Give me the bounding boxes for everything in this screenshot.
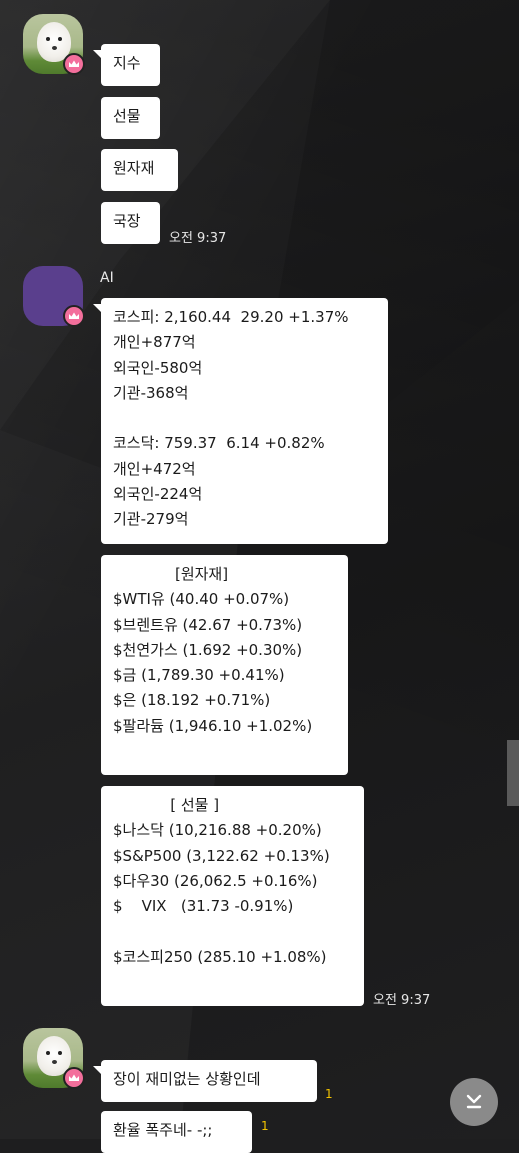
scrollbar-thumb[interactable]	[507, 740, 519, 806]
message-line	[113, 970, 352, 995]
message-line: $WTI유 (40.40 +0.07%)	[113, 590, 290, 609]
message-bubble[interactable]: 국장	[101, 202, 160, 244]
dog-avatar[interactable]	[23, 14, 85, 75]
unread-count: 1	[325, 1087, 333, 1101]
message-line: $천연가스 (1.692 +0.30%)	[113, 640, 303, 659]
message-line: 외국인-224억	[113, 485, 203, 504]
message-line: 코스피: 2,160.44 29.20 +1.37%	[113, 308, 349, 326]
message-line: $S&P500 (3,122.62 +0.13%)	[113, 846, 330, 865]
message-line: [ 선물 ]	[113, 796, 220, 814]
ai-avatar[interactable]	[23, 266, 85, 327]
message-text: 지수	[113, 54, 141, 72]
message-line: 기관-279억	[113, 510, 189, 529]
message-line: 기관-368억	[113, 383, 189, 402]
message-line	[113, 919, 352, 944]
message-line: $팔라듐 (1,946.10 +1.02%)	[113, 716, 313, 735]
message-line: 개인+472억	[113, 459, 196, 478]
message-text: 선물	[113, 107, 141, 125]
message-line: $은 (18.192 +0.71%)	[113, 691, 271, 710]
unread-count: 1	[261, 1119, 269, 1133]
message-line	[113, 406, 376, 431]
dog-avatar[interactable]	[23, 1028, 85, 1089]
message-timestamp: 오전 9:37	[373, 993, 431, 1008]
message-line: $코스피250 (285.10 +1.08%)	[113, 947, 327, 966]
crown-icon	[63, 53, 85, 75]
message-line: $금 (1,789.30 +0.41%)	[113, 666, 285, 685]
message-line	[113, 739, 336, 764]
message-bubble[interactable]: [원자재] $WTI유 (40.40 +0.07%) $브렌트유 (42.67 …	[101, 555, 348, 775]
message-line: $ VIX (31.73 -0.91%)	[113, 897, 294, 916]
message-bubble[interactable]: 코스피: 2,160.44 29.20 +1.37% 개인+877억 외국인-5…	[93, 298, 388, 544]
sender-name: AI	[100, 270, 114, 286]
message-bubble[interactable]: 장이 재미없는 상황인데	[93, 1060, 317, 1102]
message-bubble[interactable]: [ 선물 ] $나스닥 (10,216.88 +0.20%) $S&P500 (…	[101, 786, 364, 1006]
scroll-to-bottom-button[interactable]	[450, 1078, 498, 1126]
message-line: $브렌트유 (42.67 +0.73%)	[113, 615, 303, 634]
message-bubble[interactable]: 원자재	[101, 149, 178, 191]
message-line: $다우30 (26,062.5 +0.16%)	[113, 871, 318, 890]
message-bubble[interactable]: 지수	[93, 44, 160, 86]
message-line: 개인+877억	[113, 333, 196, 352]
message-line: 코스닥: 759.37 6.14 +0.82%	[113, 434, 325, 453]
message-text: 장이 재미없는 상황인데	[113, 1070, 261, 1088]
message-line: [원자재]	[113, 565, 229, 583]
message-text: 환율 폭주네- -;;	[113, 1121, 213, 1139]
message-text: 원자재	[113, 159, 155, 177]
message-line: $나스닥 (10,216.88 +0.20%)	[113, 821, 322, 840]
message-bubble[interactable]: 환율 폭주네- -;;	[101, 1111, 252, 1153]
crown-icon	[63, 305, 85, 327]
crown-icon	[63, 1067, 85, 1089]
arrow-down-to-bottom-icon	[466, 1094, 482, 1109]
message-line: 외국인-580억	[113, 358, 203, 377]
message-text: 국장	[113, 212, 141, 230]
message-timestamp: 오전 9:37	[169, 231, 227, 246]
message-bubble[interactable]: 선물	[101, 97, 160, 139]
